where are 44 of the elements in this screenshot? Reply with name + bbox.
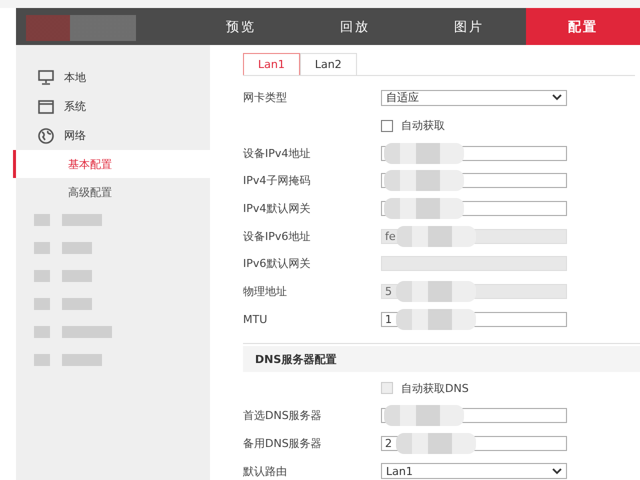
sidebar-subitem[interactable]: 高级配置 xyxy=(13,178,210,206)
input-field[interactable] xyxy=(381,173,567,188)
tab[interactable]: Lan1 xyxy=(243,53,300,75)
dropdown[interactable]: Lan1 xyxy=(381,463,567,480)
nav-tab[interactable]: 配置 xyxy=(526,8,640,45)
nav-tab[interactable]: 图片 xyxy=(412,8,526,45)
redacted-item xyxy=(34,354,102,366)
checkbox-label: 自动获取DNS xyxy=(401,380,469,396)
section-header: DNS服务器配置 xyxy=(243,346,640,372)
redacted-item xyxy=(34,214,102,226)
field-label: 物理地址 xyxy=(243,284,288,300)
chevron-icon xyxy=(552,468,562,475)
field-label: MTU xyxy=(243,312,268,326)
checkbox-label: 自动获取 xyxy=(401,118,445,134)
chevron-icon xyxy=(552,94,562,102)
field-label: 设备IPv4地址 xyxy=(243,146,312,161)
input-field[interactable]: 1 xyxy=(381,312,567,327)
field-label: 首选DNS服务器 xyxy=(243,408,323,424)
sidebar-item[interactable]: 系统 xyxy=(16,92,210,121)
input-field[interactable] xyxy=(381,408,567,424)
nav-tab[interactable]: 预览 xyxy=(184,8,298,45)
input-field[interactable]: 2 xyxy=(381,436,567,451)
dropdown[interactable]: 自适应 xyxy=(381,90,567,106)
sidebar-item[interactable]: 本地 xyxy=(16,63,210,92)
redacted-item xyxy=(34,242,92,254)
field-label: IPv4默认网关 xyxy=(243,201,312,216)
window-icon xyxy=(38,100,54,114)
checkbox[interactable] xyxy=(381,120,393,132)
field-label: IPv4子网掩码 xyxy=(243,173,312,188)
monitor-icon xyxy=(38,70,54,85)
redacted-item xyxy=(34,298,92,310)
field-label: 备用DNS服务器 xyxy=(243,436,323,451)
globe-icon xyxy=(38,128,54,144)
field-label: 默认路由 xyxy=(243,464,288,479)
field-label: 设备IPv6地址 xyxy=(243,228,312,244)
tab[interactable]: Lan2 xyxy=(300,53,357,75)
field-label: 网卡类型 xyxy=(243,90,288,106)
redacted-item xyxy=(34,270,92,282)
input-field[interactable] xyxy=(381,201,567,216)
sidebar-item[interactable]: 网络 xyxy=(16,121,210,150)
field-label: IPv6默认网关 xyxy=(243,256,312,272)
sidebar-subitem[interactable]: 基本配置 xyxy=(13,150,210,178)
input-field[interactable] xyxy=(381,146,567,161)
nav-tab[interactable]: 回放 xyxy=(298,8,412,45)
